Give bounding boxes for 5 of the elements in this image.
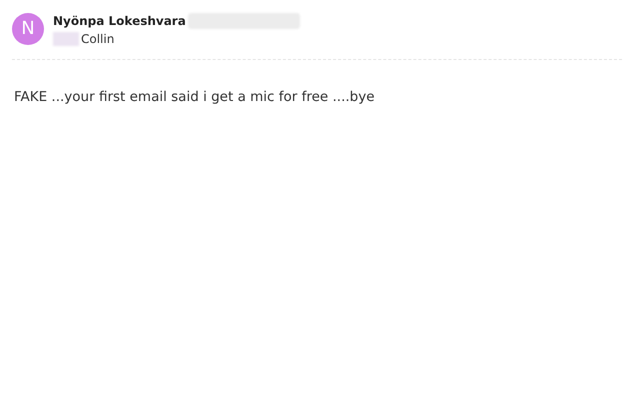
avatar: N — [12, 13, 44, 45]
redacted-address — [53, 32, 79, 46]
recipient-name: Collin — [81, 31, 114, 47]
sender-name: Nyönpa Lokeshvara — [53, 13, 186, 29]
email-body: FAKE ...your first email said i get a mic for free ....bye — [14, 88, 376, 106]
